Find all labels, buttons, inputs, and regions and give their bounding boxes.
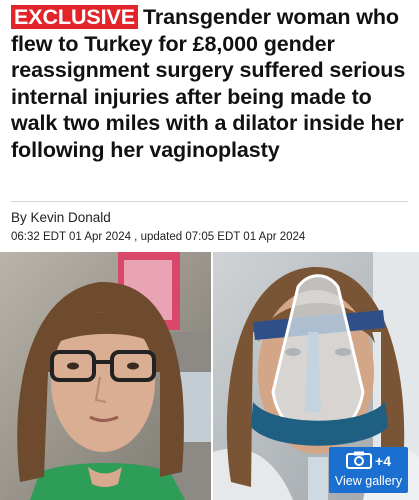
camera-icon bbox=[346, 451, 373, 473]
view-gallery-button[interactable]: +4 View gallery bbox=[329, 447, 408, 493]
author-byline: By Kevin Donald bbox=[11, 210, 111, 225]
article-headline: EXCLUSIVE Transgender woman who flew to T… bbox=[11, 4, 411, 163]
photo-left[interactable] bbox=[0, 252, 211, 500]
exclusive-badge: EXCLUSIVE bbox=[11, 5, 138, 29]
gallery-count-row: +4 bbox=[329, 451, 408, 473]
publish-dateline: 06:32 EDT 01 Apr 2024 , updated 07:05 ED… bbox=[11, 231, 306, 243]
gallery-label: View gallery bbox=[334, 474, 403, 488]
gallery-count: +4 bbox=[375, 453, 391, 469]
divider bbox=[11, 201, 408, 202]
